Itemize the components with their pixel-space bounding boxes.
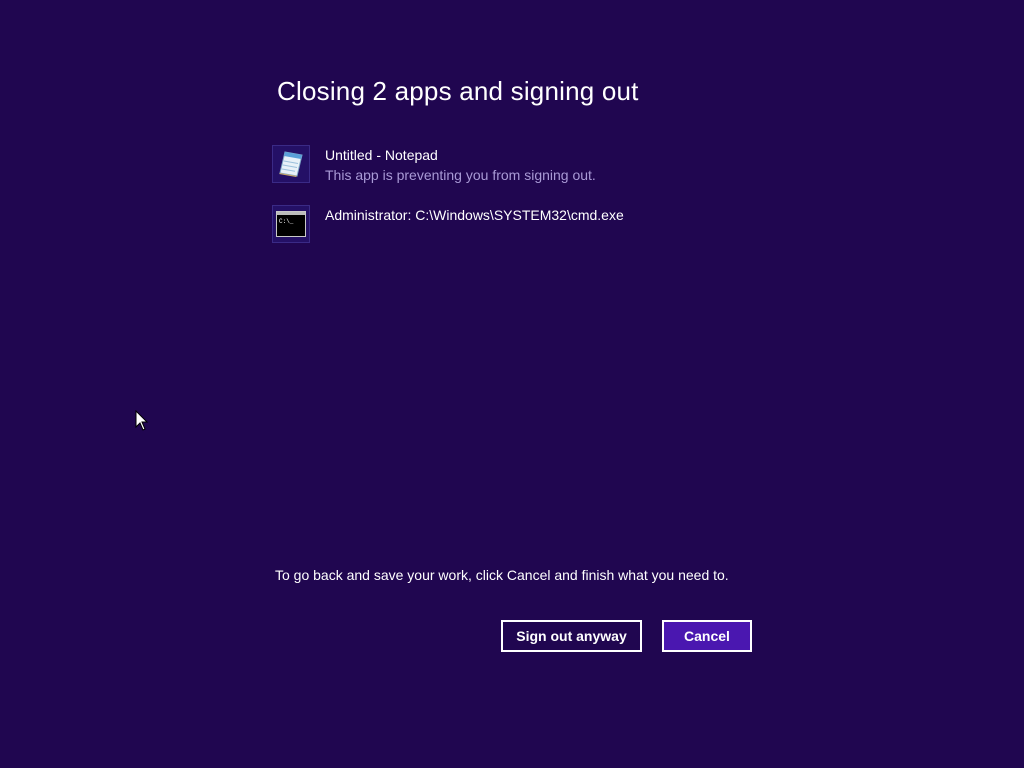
cancel-button[interactable]: Cancel xyxy=(662,620,752,652)
app-status: This app is preventing you from signing … xyxy=(325,167,596,183)
app-list: Untitled - Notepad This app is preventin… xyxy=(272,145,752,265)
notepad-icon xyxy=(272,145,310,183)
app-item-notepad: Untitled - Notepad This app is preventin… xyxy=(272,145,752,205)
app-name: Administrator: C:\Windows\SYSTEM32\cmd.e… xyxy=(325,207,624,223)
mouse-cursor-icon xyxy=(135,410,149,431)
sign-out-anyway-button[interactable]: Sign out anyway xyxy=(501,620,642,652)
app-name: Untitled - Notepad xyxy=(325,147,438,163)
dialog-title: Closing 2 apps and signing out xyxy=(277,76,639,106)
instruction-text: To go back and save your work, click Can… xyxy=(275,567,729,583)
cmd-icon-text: C:\_ xyxy=(279,218,294,225)
app-item-cmd: C:\_ Administrator: C:\Windows\SYSTEM32\… xyxy=(272,205,752,265)
cmd-icon: C:\_ xyxy=(272,205,310,243)
